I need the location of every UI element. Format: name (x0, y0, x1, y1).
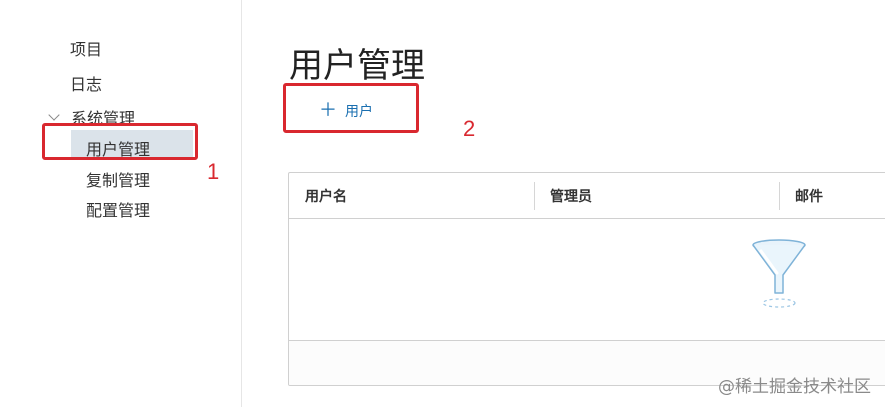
users-table: 用户名 管理员 邮件 (288, 172, 885, 386)
sidebar-item-configuration-management[interactable]: 配置管理 (86, 197, 150, 221)
chevron-down-icon (48, 109, 60, 121)
column-divider[interactable] (534, 182, 535, 210)
app-root: 项目 日志 系统管理 用户管理 复制管理 配置管理 用户管理 ＋ 用户 用户名 … (0, 0, 885, 407)
annotation-box-1 (42, 123, 198, 160)
column-header-username[interactable]: 用户名 (305, 173, 347, 218)
sidebar-item-projects[interactable]: 项目 (70, 36, 102, 60)
sidebar-item-replication-management[interactable]: 复制管理 (86, 167, 150, 191)
table-header: 用户名 管理员 邮件 (289, 173, 885, 219)
annotation-label-2: 2 (463, 116, 476, 141)
sidebar-item-logs[interactable]: 日志 (70, 71, 102, 95)
column-header-admin[interactable]: 管理员 (550, 173, 592, 218)
page-title: 用户管理 (289, 45, 425, 86)
column-divider[interactable] (779, 182, 780, 210)
annotation-box-2 (283, 83, 419, 133)
funnel-icon (752, 239, 806, 308)
column-header-email[interactable]: 邮件 (795, 173, 823, 218)
annotation-label-1: 1 (207, 159, 220, 184)
watermark: @稀土掘金技术社区 (718, 377, 871, 397)
sidebar: 项目 日志 系统管理 用户管理 复制管理 配置管理 (0, 0, 242, 407)
